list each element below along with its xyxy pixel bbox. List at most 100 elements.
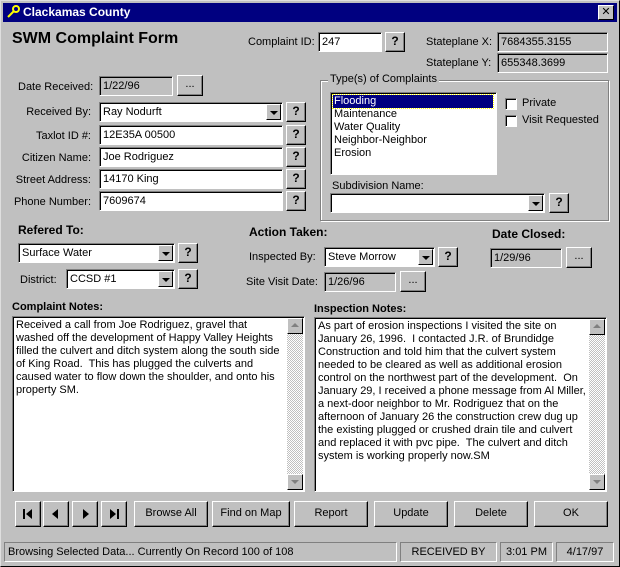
first-record-icon — [23, 509, 32, 519]
arrow-down-icon — [291, 480, 299, 484]
street-address-label: Street Address: — [15, 174, 91, 186]
complaint-notes-heading: Complaint Notes: — [12, 301, 104, 313]
private-checkbox[interactable] — [505, 98, 517, 110]
taxlot-help-button[interactable]: ? — [286, 125, 306, 145]
status-field: RECEIVED BY — [400, 542, 497, 562]
chevron-down-icon — [532, 202, 540, 206]
arrow-up-icon — [291, 323, 299, 327]
visit-requested-label: Visit Requested — [522, 114, 599, 126]
date-closed-picker-button[interactable]: ... — [566, 247, 592, 268]
last-record-button[interactable] — [101, 501, 127, 527]
inspection-notes-text: As part of erosion inspections I visited… — [318, 320, 589, 462]
close-icon: ✕ — [601, 6, 611, 18]
chevron-down-icon — [422, 256, 430, 260]
date-closed-heading: Date Closed: — [492, 227, 566, 241]
received-by-dropdown-button[interactable] — [266, 104, 281, 120]
taxlot-field[interactable]: 12E35A 00500 — [99, 125, 283, 145]
last-record-icon — [110, 509, 119, 519]
referred-to-value: Surface Water — [22, 247, 92, 259]
district-dropdown-button[interactable] — [158, 271, 173, 287]
site-visit-field: 1/26/96 — [324, 272, 396, 292]
subdivision-select[interactable] — [330, 193, 545, 213]
received-by-help-button[interactable]: ? — [286, 102, 306, 122]
chevron-down-icon — [270, 111, 278, 115]
site-visit-label: Site Visit Date: — [246, 276, 318, 288]
street-address-field[interactable]: 14170 King — [99, 169, 283, 189]
complaint-notes-textarea[interactable]: Received a call from Joe Rodriguez, grav… — [12, 316, 305, 492]
subdivision-help-button[interactable]: ? — [549, 193, 569, 213]
received-by-label: Received By: — [26, 106, 91, 118]
inspection-notes-textarea[interactable]: As part of erosion inspections I visited… — [314, 317, 607, 492]
inspected-by-help-button[interactable]: ? — [438, 247, 458, 267]
form-heading: SWM Complaint Form — [12, 30, 179, 47]
inspection-notes-heading: Inspection Notes: — [314, 303, 407, 315]
update-button[interactable]: Update — [374, 501, 448, 527]
stateplane-y-field: 655348.3699 — [497, 53, 608, 73]
find-on-map-button[interactable]: Find on Map — [212, 501, 290, 527]
action-taken-heading: Action Taken: — [249, 225, 328, 239]
scroll-up-button[interactable] — [287, 318, 303, 334]
referred-to-help-button[interactable]: ? — [178, 243, 198, 263]
scroll-down-button[interactable] — [589, 474, 605, 490]
referred-to-dropdown-button[interactable] — [158, 245, 173, 261]
status-message: Browsing Selected Data... Currently On R… — [4, 542, 397, 562]
date-received-picker-button[interactable]: ... — [177, 75, 203, 96]
chevron-down-icon — [162, 278, 170, 282]
scroll-up-button[interactable] — [589, 319, 605, 335]
date-received-field: 1/22/96 — [99, 76, 173, 96]
arrow-down-icon — [593, 480, 601, 484]
referred-to-heading: Refered To: — [18, 223, 84, 237]
complaint-type-item[interactable]: Neighbor-Neighbor — [333, 134, 427, 147]
visit-requested-checkbox[interactable] — [505, 115, 517, 127]
inspected-by-dropdown-button[interactable] — [418, 249, 433, 265]
complaint-types-group-label: Type(s) of Complaints — [328, 73, 439, 85]
wrench-icon — [6, 5, 20, 19]
complaint-type-item[interactable]: Water Quality — [333, 121, 400, 134]
arrow-up-icon — [593, 324, 601, 328]
referred-to-select[interactable]: Surface Water — [18, 243, 175, 263]
district-select[interactable]: CCSD #1 — [66, 269, 175, 289]
subdivision-dropdown-button[interactable] — [528, 195, 543, 211]
next-record-button[interactable] — [72, 501, 98, 527]
status-time: 3:01 PM — [500, 542, 553, 562]
title-bar[interactable]: Clackamas County ✕ — [3, 3, 617, 22]
citizen-name-field[interactable]: Joe Rodriguez — [99, 147, 283, 167]
complaint-type-item[interactable]: Flooding — [332, 94, 494, 109]
taxlot-label: Taxlot ID #: — [35, 130, 91, 142]
citizen-name-label: Citizen Name: — [21, 152, 91, 164]
scroll-down-button[interactable] — [287, 474, 303, 490]
complaint-id-help-button[interactable]: ? — [385, 32, 405, 52]
inspected-by-select[interactable]: Steve Morrow — [324, 247, 435, 267]
inspected-by-value: Steve Morrow — [328, 251, 396, 263]
date-received-label: Date Received: — [18, 81, 94, 93]
inspection-notes-scrollbar[interactable] — [589, 319, 605, 490]
received-by-value: Ray Nodurft — [103, 106, 162, 118]
report-button[interactable]: Report — [294, 501, 368, 527]
phone-number-help-button[interactable]: ? — [286, 191, 306, 211]
complaint-type-item[interactable]: Maintenance — [333, 108, 397, 121]
site-visit-picker-button[interactable]: ... — [400, 271, 426, 292]
status-date: 4/17/97 — [556, 542, 614, 562]
date-closed-field: 1/29/96 — [490, 248, 562, 268]
complaint-type-item[interactable]: Erosion — [333, 147, 371, 160]
phone-number-field[interactable]: 7609674 — [99, 191, 283, 211]
app-window: Clackamas County ✕ SWM Complaint Form Co… — [0, 0, 620, 567]
street-address-help-button[interactable]: ? — [286, 169, 306, 189]
inspected-by-label: Inspected By: — [249, 251, 316, 263]
browse-all-button[interactable]: Browse All — [134, 501, 208, 527]
complaint-notes-scrollbar[interactable] — [287, 318, 303, 490]
delete-button[interactable]: Delete — [454, 501, 528, 527]
previous-record-button[interactable] — [43, 501, 69, 527]
received-by-select[interactable]: Ray Nodurft — [99, 102, 283, 122]
stateplane-x-label: Stateplane X: — [426, 36, 493, 48]
first-record-button[interactable] — [15, 501, 41, 527]
next-record-icon — [83, 509, 89, 519]
district-value: CCSD #1 — [70, 273, 117, 285]
close-button[interactable]: ✕ — [598, 5, 614, 20]
citizen-name-help-button[interactable]: ? — [286, 147, 306, 167]
ok-button[interactable]: OK — [534, 501, 608, 527]
chevron-down-icon — [162, 252, 170, 256]
district-help-button[interactable]: ? — [178, 269, 198, 289]
complaint-types-list[interactable]: Flooding Maintenance Water Quality Neigh… — [330, 92, 497, 175]
complaint-id-field[interactable]: 247 — [318, 32, 382, 52]
